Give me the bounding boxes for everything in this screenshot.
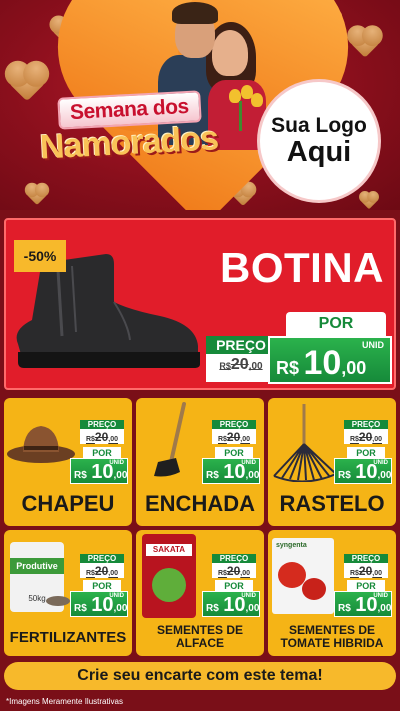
new-price: UNID R$ 10,00 bbox=[268, 336, 392, 384]
seed-packet-icon: syngenta bbox=[272, 538, 334, 614]
product-card-rastelo[interactable]: PREÇO R$20,00 POR UNID R$ 10,00 RASTELO bbox=[268, 398, 396, 526]
product-card-sementes-tomate[interactable]: syngenta PREÇO R$20,00 POR UNID R$ 10,00… bbox=[268, 530, 396, 656]
product-name: FERTILIZANTES bbox=[9, 629, 127, 646]
old-price: PREÇO R$20,00 bbox=[344, 420, 388, 444]
new-price-value: R$ 10,00 bbox=[276, 344, 367, 382]
product-name: CHAPEU bbox=[21, 491, 115, 516]
new-price: UNID R$ 10,00 bbox=[334, 458, 392, 484]
por-label: POR bbox=[347, 580, 385, 591]
product-name: SEMENTES DE TOMATE HIBRIDA bbox=[280, 623, 384, 650]
por-label: POR bbox=[83, 580, 121, 591]
old-price: PREÇO R$20,00 bbox=[212, 420, 256, 444]
logo-text-line2: Aqui bbox=[286, 135, 352, 168]
product-name: BOTINA bbox=[220, 244, 384, 291]
new-price: UNID R$ 10,00 bbox=[334, 591, 392, 617]
new-price: UNID R$ 10,00 bbox=[70, 591, 128, 617]
featured-product-card[interactable]: -50% BOTINA POR PREÇO R$20,00 UNID R$ 10… bbox=[4, 218, 396, 390]
discount-badge: -50% bbox=[14, 240, 66, 272]
old-price: PREÇO R$20,00 bbox=[206, 336, 276, 382]
por-label: POR bbox=[347, 447, 385, 458]
old-price: PREÇO R$20,00 bbox=[344, 554, 388, 578]
hoe-icon bbox=[154, 402, 186, 477]
old-price: PREÇO R$20,00 bbox=[212, 554, 256, 578]
header-banner: Semana dos Namorados Sua Logo Aqui bbox=[0, 0, 400, 210]
preco-label: PREÇO bbox=[206, 336, 276, 354]
por-label: POR bbox=[215, 580, 253, 591]
por-label: POR bbox=[286, 312, 386, 336]
product-card-fertilizantes[interactable]: Produtive 50kg PREÇO R$20,00 POR UNID R$… bbox=[4, 530, 132, 656]
new-price: UNID R$ 10,00 bbox=[202, 591, 260, 617]
product-card-chapeu[interactable]: PREÇO R$20,00 POR UNID R$ 10,00 CHAPEU bbox=[4, 398, 132, 526]
rake-icon bbox=[273, 404, 337, 482]
product-card-sementes-alface[interactable]: SAKATA PREÇO R$20,00 POR UNID R$ 10,00 S… bbox=[136, 530, 264, 656]
title-line2: Namorados bbox=[39, 119, 219, 167]
granules-icon bbox=[46, 596, 70, 606]
heart-icon bbox=[26, 184, 48, 206]
old-price-value: R$20,00 bbox=[219, 356, 263, 373]
hat-icon bbox=[7, 426, 75, 463]
product-name: SEMENTES DE ALFACE bbox=[156, 623, 243, 650]
product-name: RASTELO bbox=[279, 491, 385, 516]
por-label: POR bbox=[215, 447, 253, 458]
campaign-title: Semana dos Namorados bbox=[39, 90, 240, 170]
disclaimer-text: *Imagens Meramente Ilustrativas bbox=[6, 697, 123, 706]
heart-icon bbox=[350, 28, 380, 58]
seed-packet-icon: SAKATA bbox=[142, 534, 196, 618]
logo-placeholder: Sua Logo Aqui bbox=[260, 82, 378, 200]
cta-banner[interactable]: Crie seu encarte com este tema! bbox=[4, 662, 396, 690]
new-price: UNID R$ 10,00 bbox=[70, 458, 128, 484]
por-label: POR bbox=[83, 447, 121, 458]
product-name: ENCHADA bbox=[145, 491, 255, 516]
old-price: PREÇO R$20,00 bbox=[80, 554, 124, 578]
heart-icon bbox=[360, 192, 378, 210]
new-price: UNID R$ 10,00 bbox=[202, 458, 260, 484]
old-price: PREÇO R$20,00 bbox=[80, 420, 124, 444]
logo-text-line1: Sua Logo bbox=[271, 113, 367, 137]
product-card-enchada[interactable]: PREÇO R$20,00 POR UNID R$ 10,00 ENCHADA bbox=[136, 398, 264, 526]
